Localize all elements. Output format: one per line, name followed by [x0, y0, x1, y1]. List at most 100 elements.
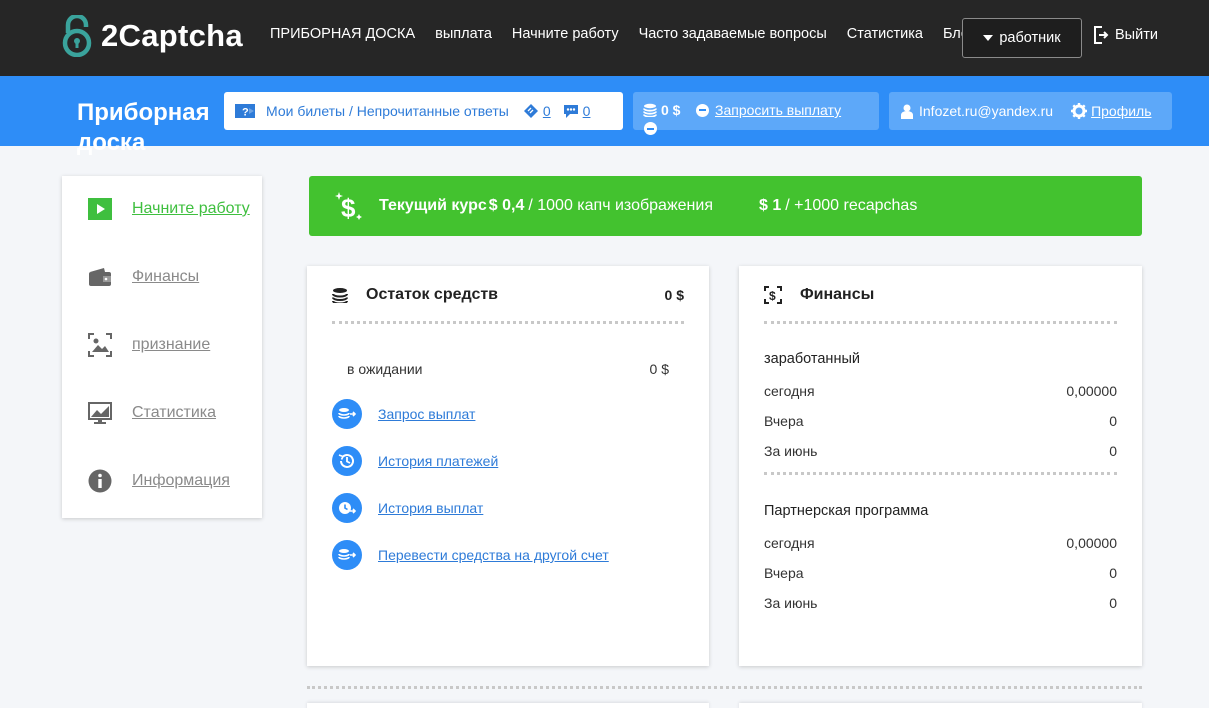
next-card — [307, 703, 709, 708]
minus-circle-icon — [696, 103, 709, 117]
payment-history-link[interactable]: История платежей — [332, 446, 498, 476]
sidebar-item-label: признание — [132, 336, 211, 353]
next-card — [739, 703, 1142, 708]
coins-arrow-icon — [332, 399, 362, 429]
tickets-count[interactable]: 0 — [523, 103, 551, 119]
divider — [307, 686, 1142, 689]
row-value: 0 — [1109, 595, 1117, 611]
sidebar-item-start-work[interactable]: Начните работу — [88, 197, 250, 221]
clock-arrow-icon — [332, 493, 362, 523]
unread-count-value: 0 — [582, 103, 591, 119]
balance-panel: 0 $ Запросить выплату — [633, 92, 879, 135]
history-icon — [332, 446, 362, 476]
sidebar-item-label: Статистика — [132, 404, 217, 421]
payout-history-link[interactable]: История выплат — [332, 493, 483, 523]
tickets-link[interactable]: Мои билеты / Непрочитанные ответы — [266, 103, 509, 119]
sidebar: Начните работу Финансы признание Статист… — [62, 176, 262, 518]
pending-value: 0 $ — [649, 361, 669, 377]
pending-row: в ожидании 0 $ — [347, 361, 669, 377]
worker-dropdown-button[interactable]: работник — [962, 18, 1082, 58]
row-value: 0 — [1109, 413, 1117, 429]
dashboard-header: Приборная доска ? Мои билеты / Непрочита… — [0, 76, 1209, 156]
finance-card-header: $ Финансы — [764, 284, 1117, 306]
rate-label: Текущий курс — [379, 197, 487, 214]
recaptcha-rate-value: $ 1 — [758, 197, 782, 214]
padlock-logo-icon — [62, 15, 92, 57]
image-recognition-icon — [88, 333, 112, 357]
profile-panel: Infozet.ru@yandex.ru Профиль — [889, 92, 1172, 130]
nav-start-work[interactable]: Начните работу — [512, 26, 619, 42]
row-value: 0,00000 — [1066, 535, 1117, 551]
dollar-sparkle-icon: $ — [335, 192, 362, 222]
comment-icon — [563, 104, 578, 118]
finance-card-title: Финансы — [800, 286, 875, 303]
header-balance: 0 $ — [643, 102, 680, 118]
tickets-count-value: 0 — [542, 103, 551, 119]
row-label: сегодня — [764, 535, 815, 551]
worker-label: работник — [999, 30, 1061, 46]
chart-monitor-icon — [88, 401, 112, 425]
divider — [332, 321, 684, 324]
sidebar-item-finance[interactable]: Финансы — [88, 265, 199, 289]
balance-card-title: Остаток средств — [366, 286, 499, 303]
recaptcha-rate-unit: / +1000 recapchas — [785, 197, 918, 214]
pending-label: в ожидании — [347, 361, 423, 377]
logout-label: Выйти — [1115, 27, 1158, 43]
request-payout-link[interactable]: Запросить выплату — [696, 102, 841, 118]
coins-stack-icon — [332, 288, 348, 303]
affiliate-section-title: Партнерская программа — [764, 503, 929, 519]
divider — [764, 321, 1117, 324]
sidebar-item-information[interactable]: Информация — [88, 469, 230, 493]
balance-card-header: Остаток средств 0 $ — [332, 284, 684, 306]
image-rate-value: $ 0,4 — [488, 197, 525, 214]
logo[interactable]: 2Captcha — [61, 15, 243, 57]
finance-card: $ Финансы заработанный сегодня 0,00000 В… — [739, 266, 1142, 666]
question-ticket-icon: ? — [235, 104, 255, 119]
user-email: Infozet.ru@yandex.ru — [919, 103, 1054, 119]
minus-circle-icon — [644, 122, 657, 135]
nav-dashboard[interactable]: ПРИБОРНАЯ ДОСКА — [270, 26, 415, 42]
logout-icon — [1094, 26, 1109, 44]
user-icon — [901, 104, 913, 119]
row-label: За июнь — [764, 443, 818, 459]
tickets-panel: ? Мои билеты / Непрочитанные ответы 0 0 — [224, 92, 623, 130]
wallet-icon — [88, 265, 112, 289]
page-title: Приборная доска — [77, 99, 210, 156]
earned-section-title: заработанный — [764, 351, 860, 367]
sidebar-item-label: Начните работу — [132, 200, 250, 217]
current-rate-banner: $ Текущий курс $ 0,4 / 1000 капч изображ… — [309, 176, 1142, 236]
link-label: История платежей — [378, 453, 499, 469]
balance-card: Остаток средств 0 $ в ожидании 0 $ Запро… — [307, 266, 709, 666]
request-payout-label: Запросить выплату — [715, 102, 842, 118]
sidebar-item-label: Финансы — [132, 268, 200, 285]
earned-month-row: За июнь 0 — [764, 443, 1117, 459]
divider — [764, 472, 1117, 475]
header-balance-value: 0 $ — [661, 102, 681, 118]
earned-yesterday-row: Вчера 0 — [764, 413, 1117, 429]
link-label: Перевести средства на другой счет — [378, 547, 609, 563]
unread-count[interactable]: 0 — [563, 103, 591, 119]
sidebar-item-recognition[interactable]: признание — [88, 333, 210, 357]
sidebar-item-label: Информация — [132, 472, 230, 489]
affiliate-month-row: За июнь 0 — [764, 595, 1117, 611]
nav-faq[interactable]: Часто задаваемые вопросы — [639, 26, 827, 42]
nav-payout[interactable]: выплата — [435, 26, 492, 42]
sidebar-item-statistics[interactable]: Статистика — [88, 401, 216, 425]
row-label: сегодня — [764, 383, 815, 399]
top-navbar: 2Captcha ПРИБОРНАЯ ДОСКА выплата Начните… — [0, 0, 1209, 76]
affiliate-today-row: сегодня 0,00000 — [764, 535, 1117, 551]
request-payouts-link[interactable]: Запрос выплат — [332, 399, 475, 429]
svg-text:$: $ — [341, 193, 356, 222]
row-label: Вчера — [764, 565, 804, 581]
gear-icon — [1071, 103, 1088, 119]
transfer-funds-link[interactable]: Перевести средства на другой счет — [332, 540, 609, 570]
svg-text:$: $ — [769, 289, 776, 303]
main-nav: ПРИБОРНАЯ ДОСКА выплата Начните работу Ч… — [270, 26, 994, 42]
info-icon — [88, 469, 112, 493]
row-value: 0,00000 — [1066, 383, 1117, 399]
link-label: Запрос выплат — [378, 406, 476, 422]
nav-statistics[interactable]: Статистика — [847, 26, 923, 42]
profile-link[interactable]: Профиль — [1091, 103, 1151, 119]
link-label: История выплат — [378, 500, 484, 516]
logout-link[interactable]: Выйти — [1093, 26, 1158, 44]
